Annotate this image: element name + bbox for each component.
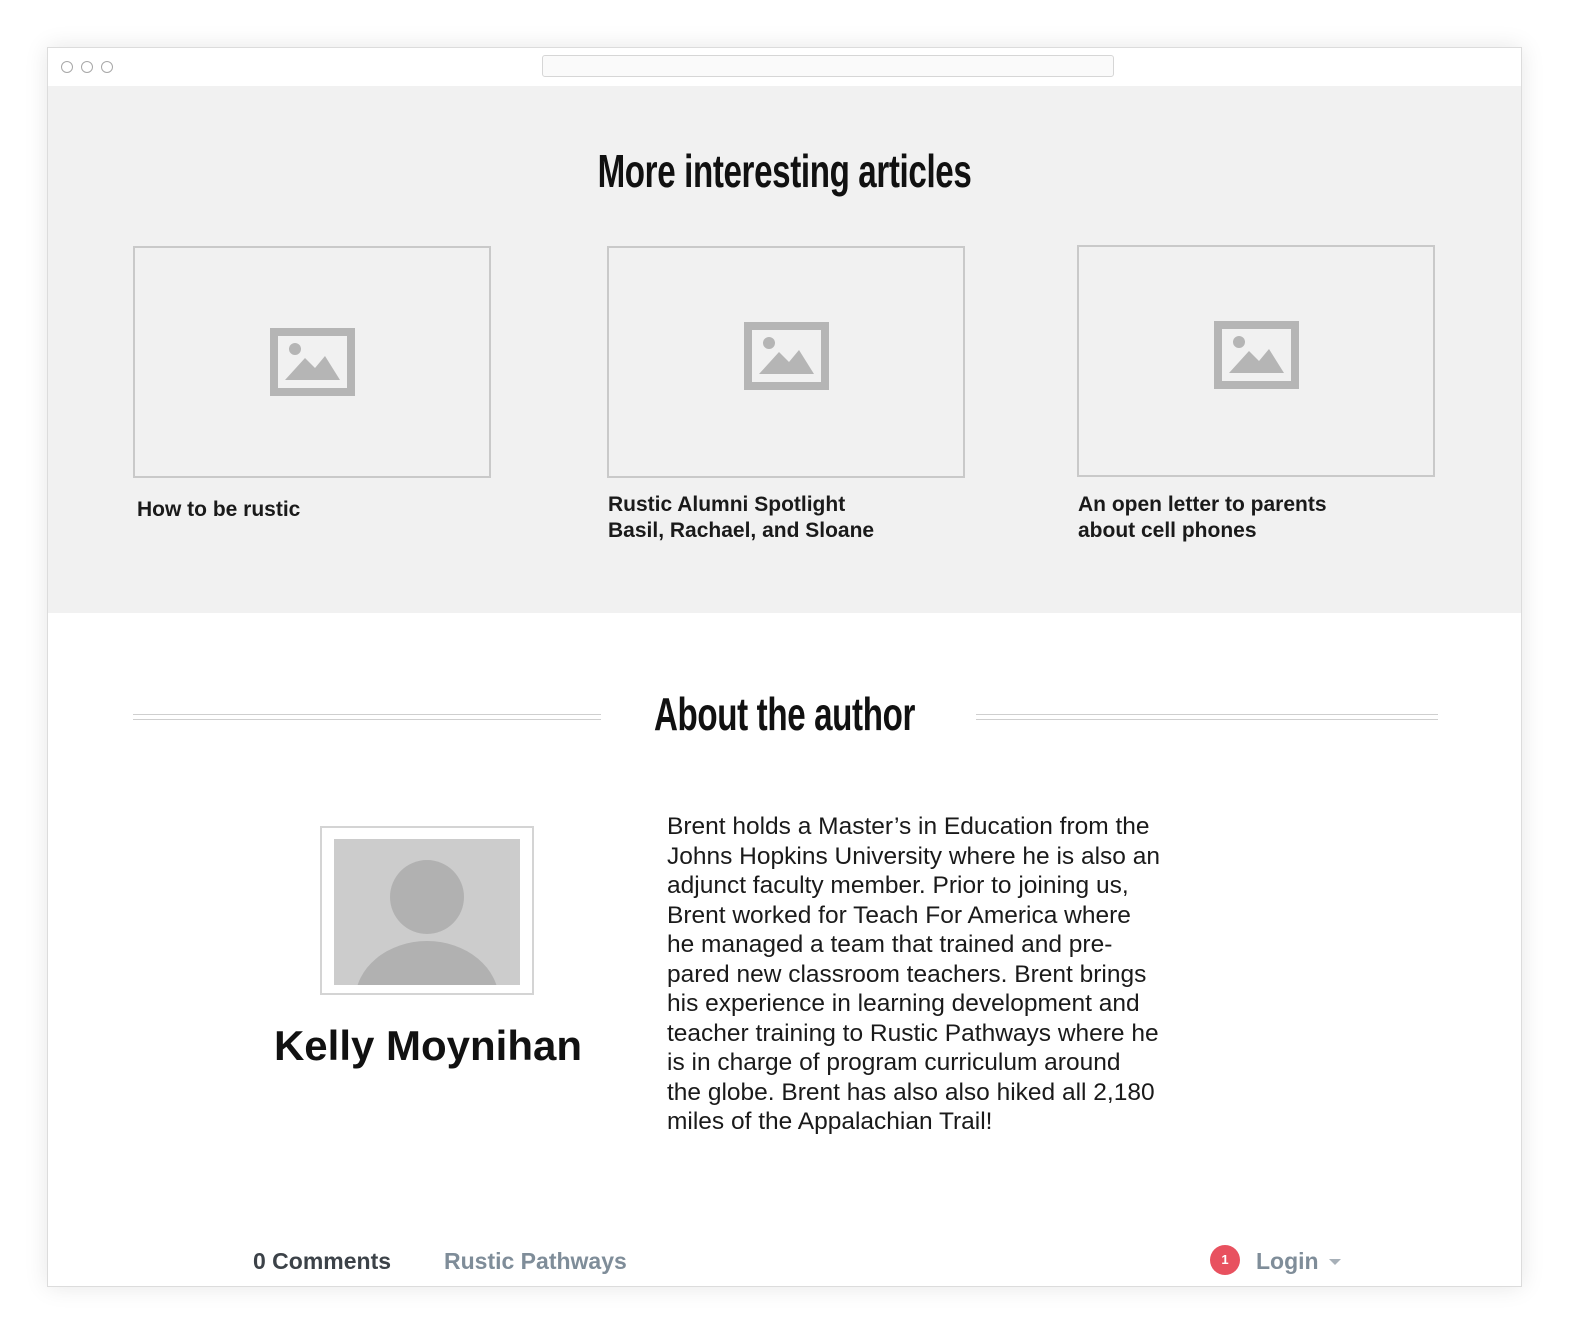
browser-window: More interesting articles How to be rust… bbox=[47, 47, 1522, 1287]
article-card-image[interactable] bbox=[607, 246, 965, 478]
minimize-window-dot[interactable] bbox=[81, 61, 93, 73]
close-window-dot[interactable] bbox=[61, 61, 73, 73]
about-author-heading: About the author bbox=[654, 688, 915, 740]
article-card-title[interactable]: An open letter to parents about cell pho… bbox=[1078, 492, 1327, 544]
author-avatar bbox=[320, 826, 534, 995]
article-card-title[interactable]: Rustic Alumni Spotlight Basil, Rachael, … bbox=[608, 492, 874, 544]
image-placeholder-icon bbox=[1214, 321, 1299, 389]
comments-count-tab[interactable]: 0 Comments bbox=[253, 1246, 391, 1276]
address-bar[interactable] bbox=[542, 55, 1114, 77]
article-card-image[interactable] bbox=[1077, 245, 1435, 477]
browser-chrome bbox=[48, 48, 1521, 86]
community-link[interactable]: Rustic Pathways bbox=[444, 1246, 627, 1276]
notification-badge[interactable]: 1 bbox=[1210, 1245, 1240, 1275]
more-articles-section: More interesting articles How to be rust… bbox=[48, 86, 1521, 613]
image-placeholder-icon bbox=[744, 322, 829, 390]
more-articles-heading: More interesting articles bbox=[597, 145, 972, 197]
login-button[interactable]: Login bbox=[1256, 1246, 1319, 1276]
author-bio: Brent holds a Master’s in Education from… bbox=[667, 813, 1160, 1135]
article-card-image[interactable] bbox=[133, 246, 491, 478]
author-name: Kelly Moynihan bbox=[273, 1022, 583, 1069]
person-placeholder-icon bbox=[334, 839, 520, 985]
maximize-window-dot[interactable] bbox=[101, 61, 113, 73]
image-placeholder-icon bbox=[270, 328, 355, 396]
chevron-down-icon[interactable] bbox=[1329, 1259, 1341, 1265]
article-card-title[interactable]: How to be rustic bbox=[137, 497, 300, 523]
